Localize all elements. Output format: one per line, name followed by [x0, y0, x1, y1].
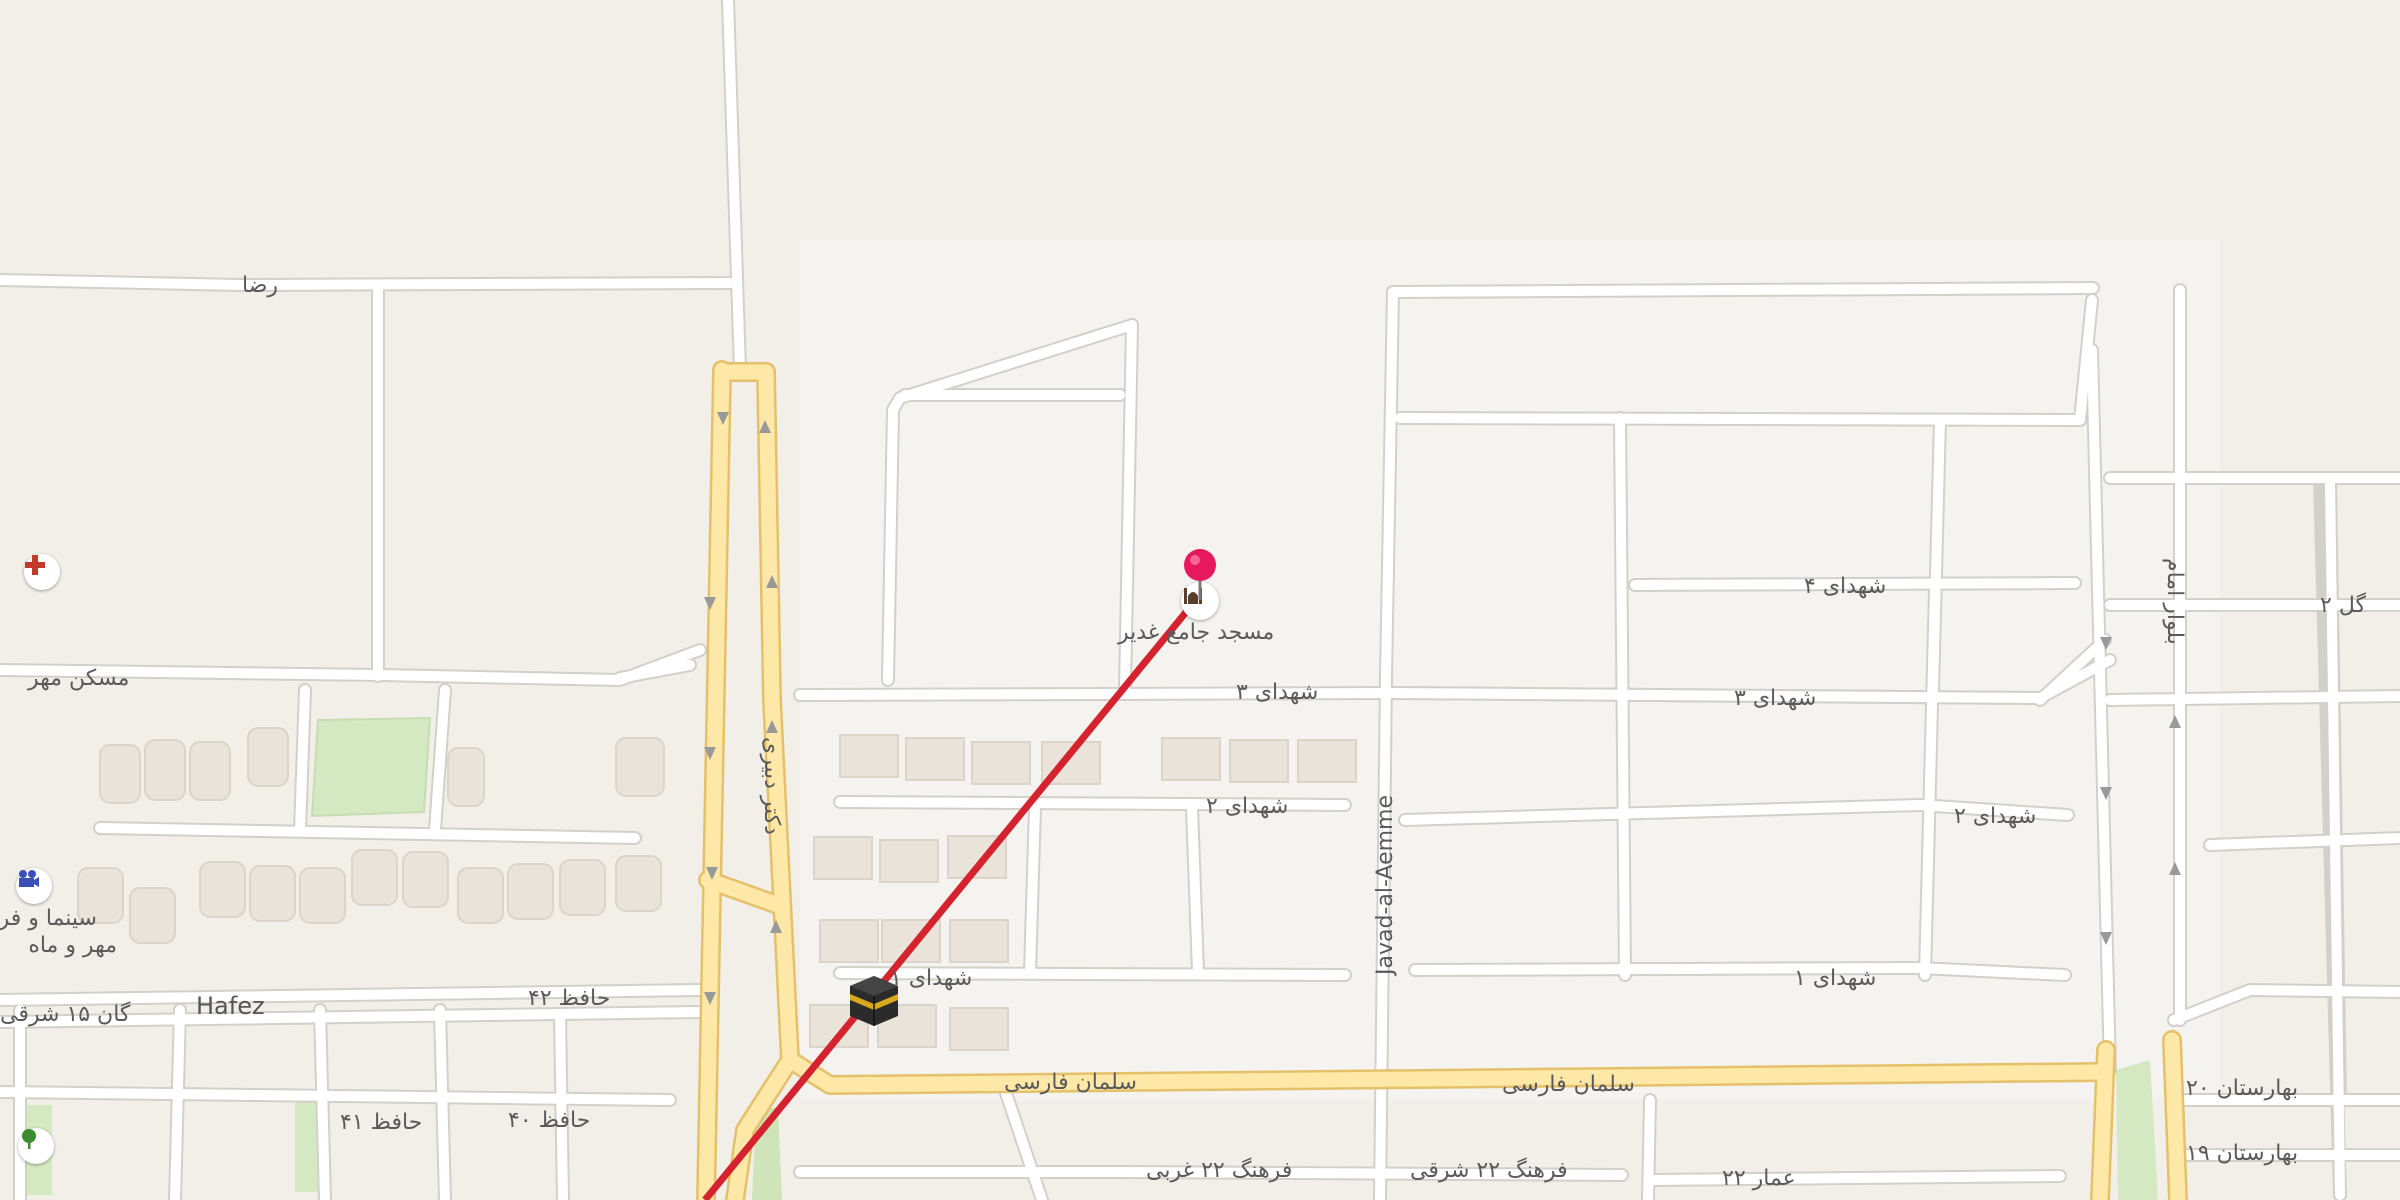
cinema-label-1: سینما و فرهنگسرای [0, 906, 97, 931]
map-view[interactable]: سینما و فرهنگسرای مهر و ماه مسجد جامع غد… [0, 0, 2400, 1200]
street-label-ammar: عمار ۲۲ [1722, 1166, 1796, 1191]
street-label-east-15: گان ۱۵ شرقی [0, 1002, 131, 1027]
cinema-label-2: مهر و ماه [28, 933, 117, 958]
street-label-shohada-4: شهدای ۴ [1804, 574, 1887, 599]
street-label-dabiri: دکتر دبیری [759, 737, 784, 835]
street-label-baharestan-20: بهارستان ۲۰ [2186, 1076, 2299, 1101]
street-label-shohada-1a: شهدای ۱ [890, 966, 973, 991]
street-label-hafez-42: حافظ ۴۲ [528, 986, 611, 1011]
mosque-label: مسجد جامع غدیر [1118, 620, 1275, 645]
location-pin-icon[interactable] [1182, 548, 1218, 602]
street-label-salman-2: سلمان فارسی [1502, 1072, 1635, 1097]
street-label-hafez: Hafez [196, 992, 265, 1020]
street-label-gol-2: گل ۲ [2320, 593, 2366, 618]
street-label-salman-1: سلمان فارسی [1004, 1070, 1137, 1095]
street-label-farhang-e: فرهنگ ۲۲ شرقی [1410, 1158, 1568, 1183]
street-label-shohada-1b: شهدای ۱ [1794, 966, 1877, 991]
street-label-imam-blvd: بلوار امام [2162, 558, 2187, 645]
street-label-reza: رضا [242, 273, 279, 298]
street-label-hafez-40: حافظ ۴۰ [508, 1108, 591, 1133]
street-label-shohada-2a: شهدای ۲ [1206, 794, 1289, 819]
street-label-baharestan-19: بهارستان ۱۹ [2186, 1141, 2299, 1166]
street-label-shohada-3b: شهدای ۳ [1734, 686, 1817, 711]
street-label-shohada-2b: شهدای ۲ [1954, 804, 2037, 829]
street-label-maskan-mehr: مسکن مهر [28, 666, 130, 691]
hospital-icon[interactable] [24, 554, 60, 590]
cinema-icon[interactable] [16, 868, 52, 904]
park-icon[interactable] [18, 1128, 54, 1164]
street-label-shohada-3a: شهدای ۳ [1236, 680, 1319, 705]
street-label-hafez-41: حافظ ۴۱ [340, 1110, 423, 1135]
street-label-javad: Javad-al-Aemme [1373, 794, 1398, 975]
street-label-farhang-w: فرهنگ ۲۲ غربی [1146, 1158, 1293, 1183]
